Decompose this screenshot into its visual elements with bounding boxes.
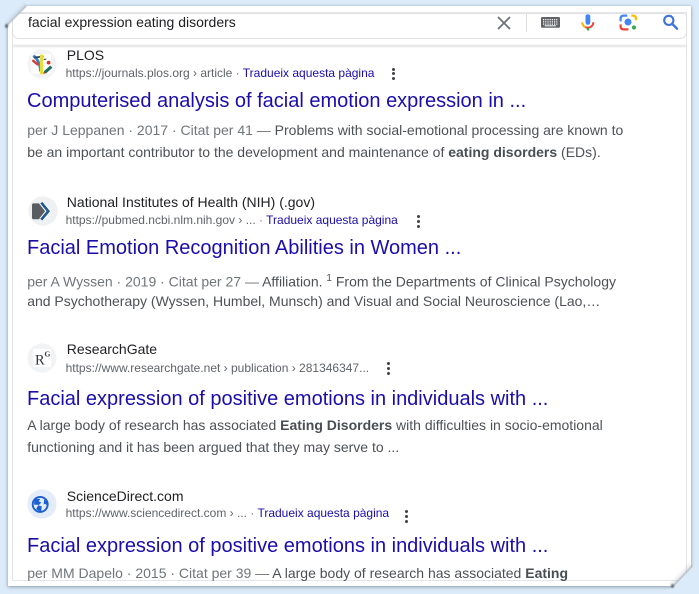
svg-text:R: R bbox=[35, 353, 45, 369]
svg-text:G: G bbox=[45, 350, 51, 359]
